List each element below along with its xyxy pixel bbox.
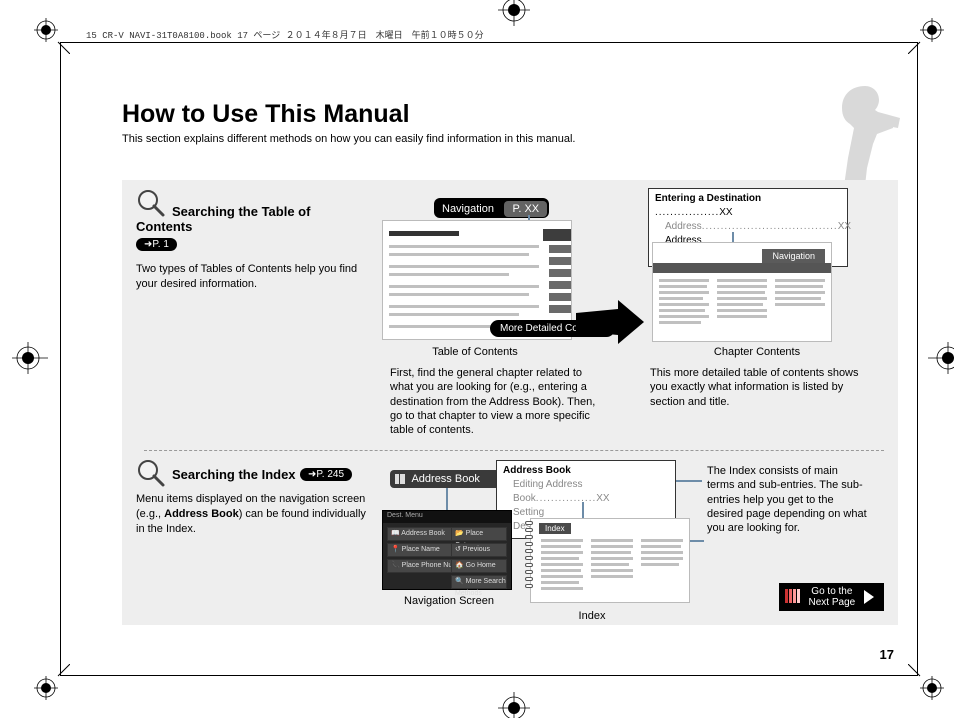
enter-title: Entering a Destination: [655, 193, 761, 204]
magnifier-icon: [136, 458, 166, 488]
index-page-badge: ➜P. 245: [300, 468, 352, 481]
page-number: 17: [880, 647, 894, 662]
caption-index: Index: [552, 610, 632, 622]
caption-chapter-contents: Chapter Contents: [692, 346, 822, 358]
frame-line-right: [917, 42, 918, 676]
caption-table-of-contents: Table of Contents: [410, 346, 540, 358]
crop-mark-top-right: [908, 18, 944, 54]
go-to-next-page-button[interactable]: Go to theNext Page: [779, 583, 884, 611]
address-book-menu-header: Address Book: [390, 470, 508, 488]
magnifier-icon: [136, 188, 166, 218]
go-next-label: Go to theNext Page: [809, 586, 856, 608]
stripes-icon: [785, 589, 801, 606]
frame-line-top: [60, 42, 918, 43]
toc-explain-second: This more detailed table of contents sho…: [650, 366, 860, 409]
index-heading: Searching the Index: [172, 459, 296, 482]
arrow-right-icon: [576, 300, 642, 344]
print-header-info: 15 CR-V NAVI-31T0A8100.book 17 ページ ２０１４年…: [86, 28, 904, 41]
chapter-badge: Navigation: [762, 249, 825, 263]
page-intro: This section explains different methods …: [122, 133, 896, 145]
chapter-contents-thumbnail: Navigation: [652, 242, 832, 342]
toc-explain-first: First, find the general chapter related …: [390, 366, 598, 437]
manual-page: 15 CR-V NAVI-31T0A8100.book 17 ページ ２０１４年…: [0, 0, 954, 718]
connector-line: [676, 480, 702, 482]
index-description: Menu items displayed on the navigation s…: [136, 492, 366, 537]
index-tab-label: Index: [539, 523, 571, 534]
crop-mark-top-left: [34, 18, 70, 54]
index-explain-para: The Index consists of main terms and sub…: [707, 464, 867, 535]
triangle-right-icon: [864, 590, 874, 604]
spiral-binding-icon: [525, 521, 535, 600]
crop-mark-bottom-right: [908, 664, 944, 700]
index-thumbnail: Index: [530, 518, 690, 603]
section-searching-toc: Searching the Table of Contents ➜P. 1 Tw…: [136, 196, 366, 303]
section-divider: [144, 450, 884, 451]
navigation-tab-label: Navigation: [436, 201, 500, 217]
toc-heading: Searching the Table of Contents: [136, 196, 366, 234]
navigation-tab-callout: Navigation P. XX: [434, 198, 549, 218]
crop-mark-bottom-left: [34, 664, 70, 700]
enter-row1: Address: [665, 221, 702, 232]
crop-mark-bottom-mid: [494, 688, 534, 718]
connector-line: [690, 540, 704, 542]
crop-mark-left-mid: [8, 338, 48, 378]
caption-navigation-screen: Navigation Screen: [384, 595, 514, 607]
toc-description: Two types of Tables of Contents help you…: [136, 262, 366, 292]
book-icon: [394, 473, 406, 485]
page-content: How to Use This Manual This section expl…: [122, 100, 896, 165]
frame-line-bottom: [60, 675, 918, 676]
navigation-tab-page: P. XX: [504, 201, 547, 217]
abk-title: Address Book: [503, 464, 669, 478]
crop-mark-top-mid: [494, 0, 534, 30]
frame-line-left: [60, 42, 61, 676]
page-title: How to Use This Manual: [122, 100, 896, 129]
toc-page-badge: ➜P. 1: [136, 238, 177, 251]
instruction-panel: Searching the Table of Contents ➜P. 1 Tw…: [122, 180, 898, 625]
connector-line: [446, 488, 448, 512]
crop-mark-right-mid: [928, 338, 954, 378]
section-searching-index: Searching the Index ➜P. 245 Menu items d…: [136, 466, 366, 548]
navigation-screen-thumbnail: Dest. Menu 📖 Address Book 📍 Place Name 📞…: [382, 510, 512, 590]
